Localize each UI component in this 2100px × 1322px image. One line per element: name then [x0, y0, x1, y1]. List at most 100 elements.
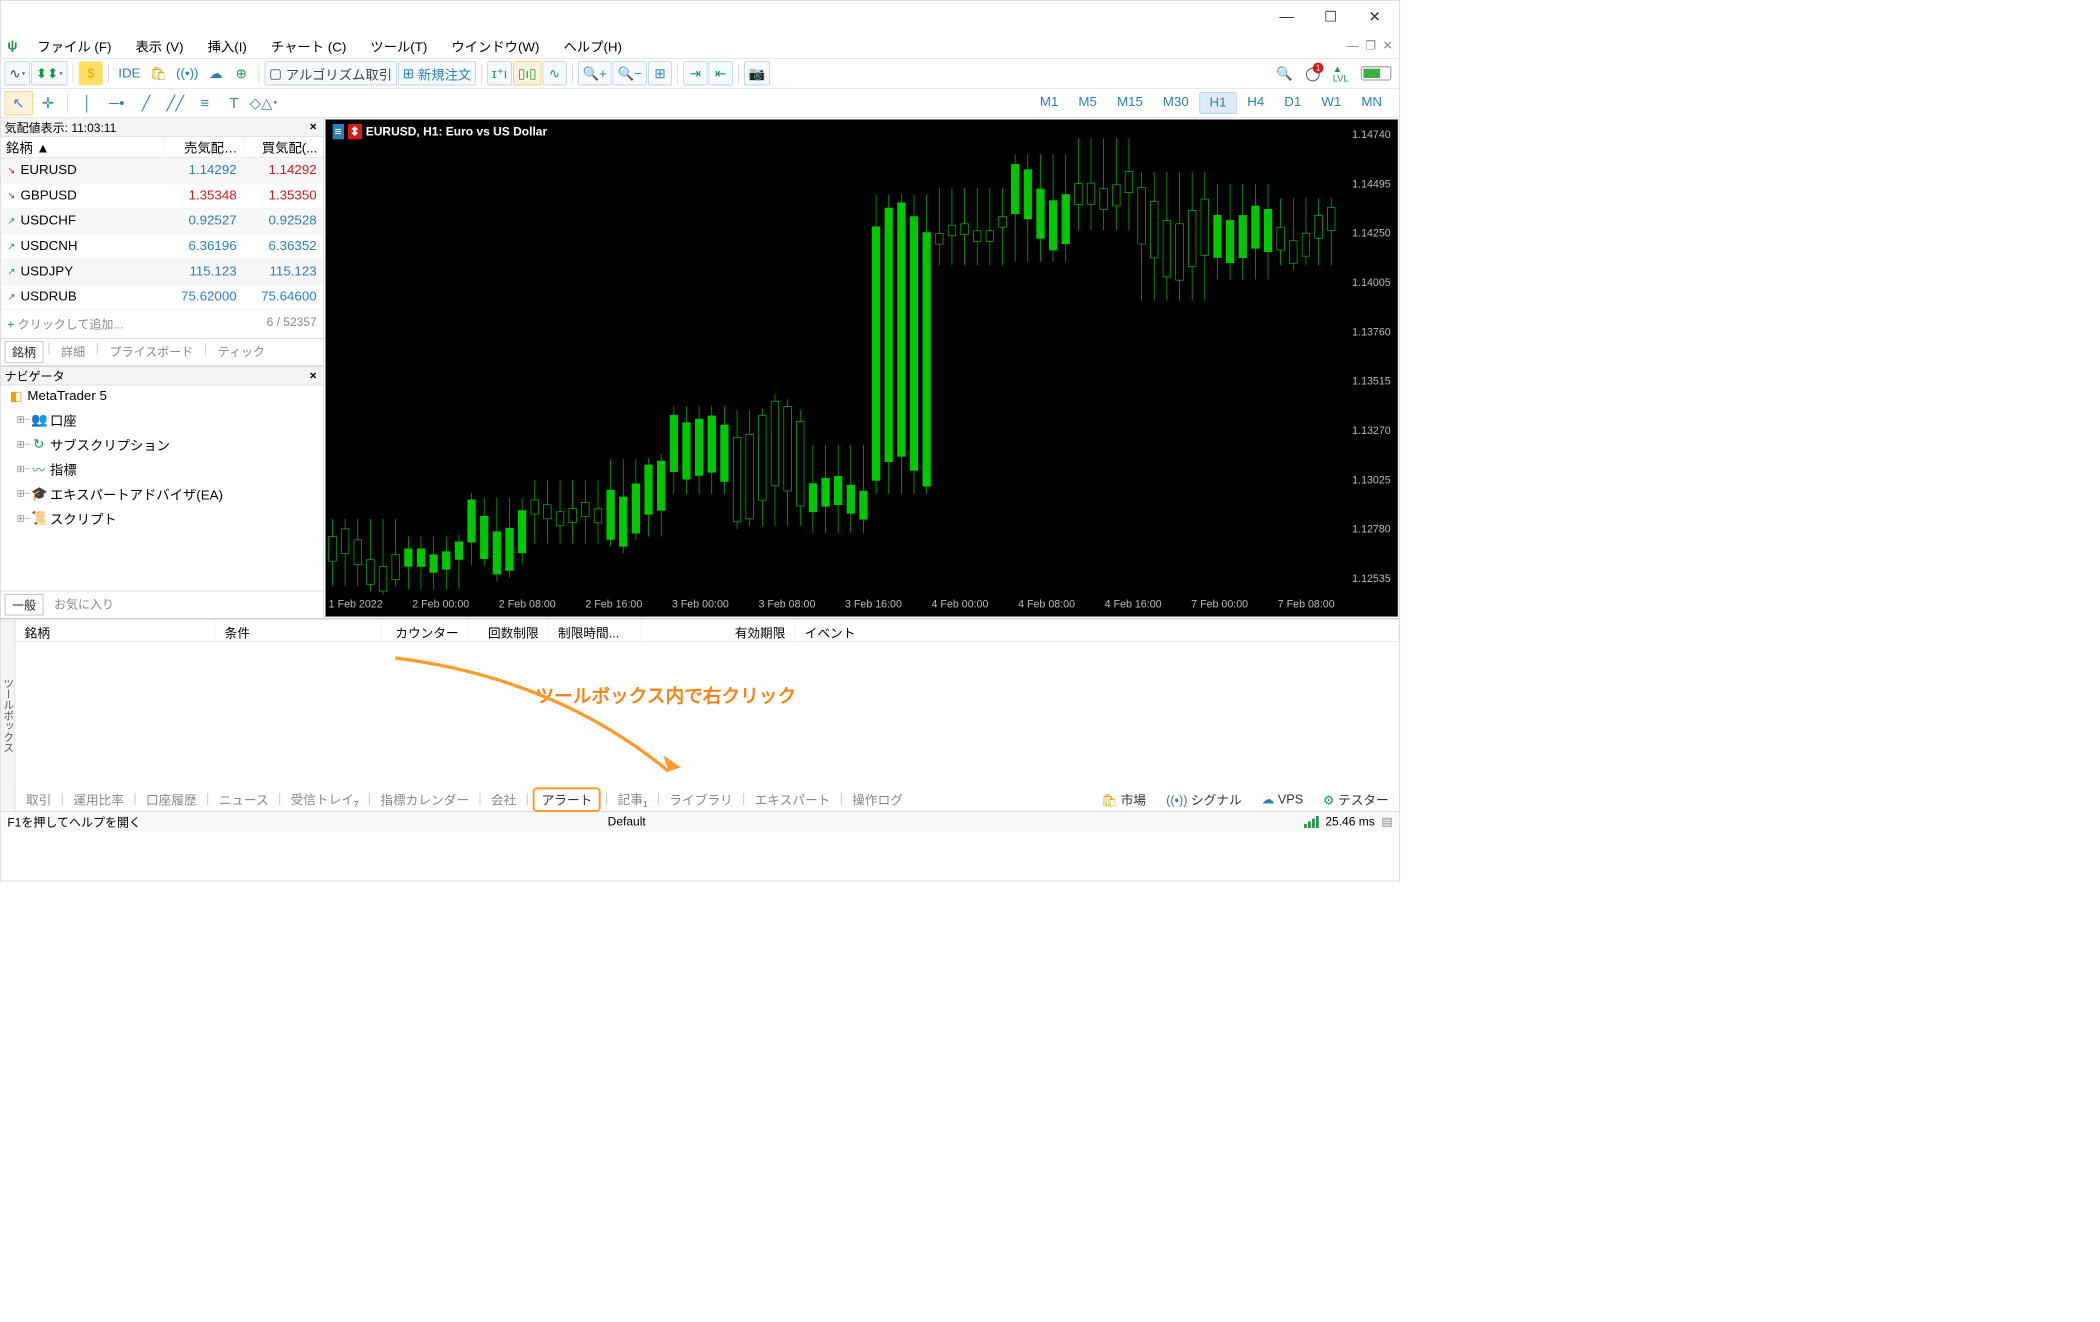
- tb-tab-news[interactable]: ニュース: [213, 789, 274, 810]
- toolbox-body[interactable]: ツールボックス内で右クリック: [15, 642, 1399, 787]
- channel-tool[interactable]: ╱╱: [161, 91, 189, 115]
- tb-tab-mailbox[interactable]: 受信トレイ7: [285, 788, 363, 810]
- notifications-button[interactable]: ◯1: [1301, 61, 1325, 85]
- autoscroll-button[interactable]: ⇥: [683, 61, 707, 85]
- market-watch-close[interactable]: ×: [307, 120, 319, 134]
- dollar-button[interactable]: $: [79, 61, 103, 85]
- crosshair-tool[interactable]: ✛: [34, 91, 62, 115]
- mw-row-usdrub[interactable]: ↗USDRUB75.6200075.64600: [1, 285, 324, 310]
- tb-col-timeout[interactable]: 制限時間...: [549, 619, 642, 641]
- tb-tab-trade[interactable]: 取引: [21, 789, 57, 810]
- mw-row-eurusd[interactable]: ↘EURUSD1.142921.14292: [1, 158, 324, 183]
- tb-tab-articles[interactable]: 記事1: [612, 788, 652, 810]
- mdi-restore-icon[interactable]: ❐: [1364, 37, 1377, 54]
- tb-market-btn[interactable]: 🛍 市場: [1096, 789, 1152, 810]
- tf-m15[interactable]: M15: [1108, 92, 1153, 114]
- tb-tester-btn[interactable]: ⚙ テスター: [1318, 789, 1394, 810]
- nav-item-4[interactable]: ⊞┄📜スクリプト: [17, 506, 324, 531]
- navigator-close[interactable]: ×: [307, 369, 319, 383]
- menu-chart[interactable]: チャート (C): [259, 32, 358, 59]
- tb-tab-experts[interactable]: エキスパート: [749, 789, 835, 810]
- mw-col-symbol[interactable]: 銘柄 ▲: [1, 135, 164, 160]
- chart-area[interactable]: ≡⬍EURUSD, H1: Euro vs US Dollar 1.147401…: [325, 119, 1398, 616]
- tf-h4[interactable]: H4: [1238, 92, 1274, 114]
- tf-m30[interactable]: M30: [1154, 92, 1199, 114]
- mw-row-usdcnh[interactable]: ↗USDCNH6.361966.36352: [1, 234, 324, 259]
- vline-tool[interactable]: │: [73, 91, 101, 115]
- nav-item-3[interactable]: ⊞┄🎓エキスパートアドバイザ(EA): [17, 481, 324, 506]
- menu-insert[interactable]: 挿入(I): [196, 32, 259, 59]
- mdi-minimize-icon[interactable]: —: [1345, 37, 1360, 54]
- nav-tab-general[interactable]: 一般: [5, 594, 44, 615]
- search-icon[interactable]: 🔍: [1272, 61, 1297, 85]
- tile-button[interactable]: ⊞: [648, 61, 672, 85]
- shapes-tool[interactable]: ◇△▾: [249, 91, 277, 115]
- camera-button[interactable]: 📷: [744, 61, 770, 85]
- tb-col-symbol[interactable]: 銘柄: [15, 619, 215, 641]
- tf-d1[interactable]: D1: [1275, 92, 1311, 114]
- mw-row-gbpusd[interactable]: ↘GBPUSD1.353481.35350: [1, 183, 324, 208]
- status-profile[interactable]: Default: [608, 815, 646, 829]
- tb-tab-exposure[interactable]: 運用比率: [68, 789, 129, 810]
- menu-help[interactable]: ヘルプ(H): [551, 32, 634, 59]
- algo-trading-button[interactable]: ▢アルゴリズム取引: [265, 61, 397, 85]
- signal-button[interactable]: ((•)): [172, 61, 202, 85]
- nav-root[interactable]: ◧MetaTrader 5: [9, 385, 324, 407]
- tb-col-limit[interactable]: 回数制限: [469, 619, 549, 641]
- mw-col-ask[interactable]: 買気配(...: [243, 135, 323, 160]
- tb-col-condition[interactable]: 条件: [215, 619, 382, 641]
- ide-button[interactable]: IDE: [114, 61, 144, 85]
- tb-col-counter[interactable]: カウンター: [382, 619, 469, 641]
- trendline-tool[interactable]: ╱: [132, 91, 160, 115]
- candle-style-button[interactable]: ▯ı▯: [513, 61, 541, 85]
- candles-button[interactable]: ⬍⬍▾: [31, 61, 67, 85]
- bar-style-button[interactable]: ɪ⁺ı: [487, 61, 512, 85]
- tf-m1[interactable]: M1: [1031, 92, 1068, 114]
- nav-tab-favorites[interactable]: お気に入り: [47, 594, 120, 615]
- mw-tab-symbols[interactable]: 銘柄: [5, 341, 44, 362]
- tb-tab-alert[interactable]: アラート: [533, 787, 601, 812]
- shift-button[interactable]: ⇤: [709, 61, 733, 85]
- mw-tab-tick[interactable]: ティック: [211, 341, 272, 362]
- tb-vps-btn[interactable]: ☁ VPS: [1256, 790, 1308, 808]
- nav-item-1[interactable]: ⊞┄↻サブスクリプション: [17, 432, 324, 457]
- tb-col-expiry[interactable]: 有効期限: [642, 619, 795, 641]
- mw-row-usdjpy[interactable]: ↗USDJPY115.123115.123: [1, 259, 324, 284]
- fibo-tool[interactable]: ≡: [191, 91, 219, 115]
- tf-h1[interactable]: H1: [1199, 92, 1236, 114]
- nav-item-2[interactable]: ⊞┄〰指標: [17, 457, 324, 482]
- menu-window[interactable]: ウインドウ(W): [439, 32, 551, 59]
- tb-tab-calendar[interactable]: 指標カレンダー: [375, 789, 474, 810]
- mw-add-row[interactable]: + クリックして追加...6 / 52357: [1, 310, 324, 338]
- mdi-close-icon[interactable]: ✕: [1381, 37, 1394, 54]
- tf-w1[interactable]: W1: [1312, 92, 1351, 114]
- tf-mn[interactable]: MN: [1352, 92, 1391, 114]
- nav-item-0[interactable]: ⊞┄👥口座: [17, 407, 324, 432]
- line-style-button[interactable]: ∿: [542, 61, 566, 85]
- zoom-out-button[interactable]: 🔍−: [613, 61, 647, 85]
- window-maximize[interactable]: ☐: [1309, 5, 1353, 29]
- tb-tab-history[interactable]: 口座履歴: [141, 789, 202, 810]
- add-button[interactable]: ⊕: [229, 61, 253, 85]
- menu-view[interactable]: 表示 (V): [123, 32, 195, 59]
- mw-tab-priceboard[interactable]: プライスボード: [103, 341, 200, 362]
- zoom-in-button[interactable]: 🔍+: [578, 61, 612, 85]
- window-minimize[interactable]: —: [1265, 5, 1309, 29]
- mw-row-usdchf[interactable]: ↗USDCHF0.925270.92528: [1, 209, 324, 234]
- line-chart-button[interactable]: ∿▾: [5, 61, 30, 85]
- mw-col-bid[interactable]: 売気配…: [163, 135, 243, 160]
- tb-tab-company[interactable]: 会社: [486, 789, 522, 810]
- menu-file[interactable]: ファイル (F): [25, 32, 123, 59]
- new-order-button[interactable]: ⊞新規注文: [398, 61, 476, 85]
- toolbox-vertical-label[interactable]: ツールボックス: [1, 619, 16, 811]
- window-close[interactable]: ✕: [1353, 5, 1397, 29]
- cursor-tool[interactable]: ↖: [5, 91, 33, 115]
- text-tool[interactable]: T: [220, 91, 248, 115]
- hline-tool[interactable]: ─•: [103, 91, 131, 115]
- tb-tab-library[interactable]: ライブラリ: [664, 789, 738, 810]
- tf-m5[interactable]: M5: [1069, 92, 1106, 114]
- tb-tab-journal[interactable]: 操作ログ: [847, 789, 908, 810]
- mw-tab-details[interactable]: 詳細: [54, 341, 91, 362]
- market-button[interactable]: 🛍: [146, 61, 171, 85]
- tb-col-event[interactable]: イベント: [795, 619, 1399, 641]
